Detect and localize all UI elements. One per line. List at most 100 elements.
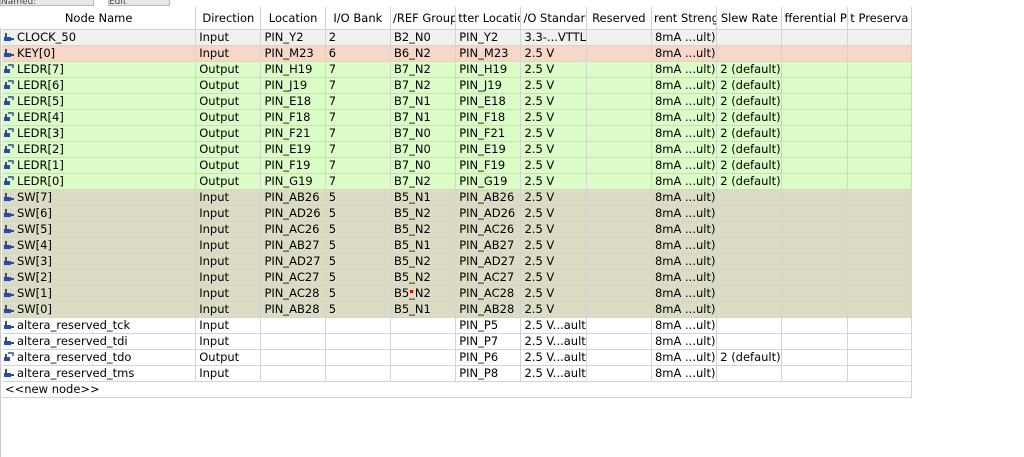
cell-direction[interactable]: Input	[195, 29, 262, 46]
cell-reserved[interactable]	[586, 317, 652, 334]
cell-direction[interactable]: Input	[195, 365, 262, 382]
cell-reserved[interactable]	[586, 61, 652, 78]
cell-location[interactable]: PIN_H19	[260, 61, 326, 78]
cell-current[interactable]: 8mA ...ult)	[651, 45, 718, 62]
cell-fitter[interactable]: PIN_AB26	[455, 189, 522, 206]
cell-current[interactable]: 8mA ...ult)	[651, 189, 718, 206]
cell-direction[interactable]: Output	[195, 61, 262, 78]
cell-name[interactable]: LEDR[0]	[2, 173, 197, 190]
table-row[interactable]: LEDR[5] Output PIN_E18 7 B7_N1 PIN_E18 2.5 V 8m…	[2, 93, 913, 110]
cell-location[interactable]	[260, 333, 326, 350]
cell-strict-preservation[interactable]	[847, 253, 913, 270]
cell-strict-preservation[interactable]	[847, 77, 913, 94]
cell-reserved[interactable]	[586, 93, 652, 110]
cell-current[interactable]: 8mA ...ult)	[651, 269, 718, 286]
cell-slew[interactable]	[716, 45, 783, 62]
cell-iostd[interactable]: 2.5 V	[520, 269, 587, 286]
column-header-i-o-bank[interactable]: I/O Bank	[325, 7, 391, 30]
cell-strict-preservation[interactable]	[847, 221, 913, 238]
cell-location[interactable]: PIN_E18	[260, 93, 326, 110]
cell-differential-pair[interactable]	[781, 141, 848, 158]
cell-current[interactable]: 8mA ...ult)	[651, 237, 718, 254]
cell-direction[interactable]: Output	[195, 93, 262, 110]
column-header-reserved[interactable]: Reserved	[586, 7, 652, 30]
cell-strict-preservation[interactable]	[847, 285, 913, 302]
cell-name[interactable]: altera_reserved_tdi	[2, 333, 197, 350]
cell-location[interactable]: PIN_AC26	[260, 221, 326, 238]
cell-current[interactable]: 8mA ...ult)	[651, 125, 718, 142]
cell-iostd[interactable]: 2.5 V...ault)	[520, 333, 587, 350]
cell-location[interactable]: PIN_J19	[260, 77, 326, 94]
cell-bank[interactable]	[325, 365, 391, 382]
cell-direction[interactable]: Input	[195, 301, 262, 318]
cell-slew[interactable]: 2 (default)	[716, 141, 783, 158]
cell-bank[interactable]: 5	[325, 301, 391, 318]
cell-strict-preservation[interactable]	[847, 125, 913, 142]
cell-bank[interactable]: 7	[325, 173, 391, 190]
cell-fitter[interactable]: PIN_G19	[455, 173, 522, 190]
cell-fitter[interactable]: PIN_F19	[455, 157, 522, 174]
cell-reserved[interactable]	[586, 221, 652, 238]
cell-current[interactable]: 8mA ...ult)	[651, 205, 718, 222]
cell-location[interactable]: PIN_F21	[260, 125, 326, 142]
cell-name[interactable]: SW[0]	[2, 301, 197, 318]
table-row[interactable]: SW[1] Input PIN_AC28 5 B5_N2 PIN_AC28 2.5 V 8mA…	[2, 285, 913, 302]
cell-direction[interactable]: Input	[195, 205, 262, 222]
cell-name[interactable]: LEDR[1]	[2, 157, 197, 174]
cell-reserved[interactable]	[586, 189, 652, 206]
table-row[interactable]: SW[4] Input PIN_AB27 5 B5_N1 PIN_AB27 2.5 V 8mA…	[2, 237, 913, 254]
table-row[interactable]: LEDR[1] Output PIN_F19 7 B7_N0 PIN_F19 2.5 V 8m…	[2, 157, 913, 174]
cell-location[interactable]: PIN_G19	[260, 173, 326, 190]
cell-differential-pair[interactable]	[781, 269, 848, 286]
cell-slew[interactable]	[716, 237, 783, 254]
new-node-row[interactable]: <<new node>>	[2, 381, 913, 398]
cell-location[interactable]: PIN_F19	[260, 157, 326, 174]
cell-reserved[interactable]	[586, 269, 652, 286]
cell-strict-preservation[interactable]	[847, 349, 913, 366]
cell-location[interactable]: PIN_AD27	[260, 253, 326, 270]
cell-direction[interactable]: Input	[195, 253, 262, 270]
cell-bank[interactable]: 7	[325, 93, 391, 110]
cell-direction[interactable]: Input	[195, 333, 262, 350]
cell-name[interactable]: SW[2]	[2, 269, 197, 286]
column-header-location[interactable]: Location	[260, 7, 326, 30]
cell-reserved[interactable]	[586, 349, 652, 366]
cell-name[interactable]: LEDR[3]	[2, 125, 197, 142]
cell-vref[interactable]	[390, 333, 457, 350]
cell-name[interactable]: CLOCK_50	[2, 29, 197, 46]
cell-reserved[interactable]	[586, 125, 652, 142]
cell-differential-pair[interactable]	[781, 253, 848, 270]
cell-fitter[interactable]: PIN_AB27	[455, 237, 522, 254]
cell-differential-pair[interactable]	[781, 365, 848, 382]
cell-reserved[interactable]	[586, 253, 652, 270]
cell-strict-preservation[interactable]	[847, 301, 913, 318]
cell-current[interactable]: 8mA ...ult)	[651, 61, 718, 78]
cell-iostd[interactable]: 2.5 V...ault)	[520, 365, 587, 382]
cell-bank[interactable]: 2	[325, 29, 391, 46]
table-row[interactable]: LEDR[0] Output PIN_G19 7 B7_N2 PIN_G19 2.5 V 8m…	[2, 173, 913, 190]
cell-vref[interactable]: B5_N1	[390, 189, 457, 206]
cell-current[interactable]: 8mA ...ult)	[651, 349, 718, 366]
cell-current[interactable]: 8mA ...ult)	[651, 285, 718, 302]
cell-location[interactable]: PIN_AD26	[260, 205, 326, 222]
column-header-direction[interactable]: Direction	[195, 7, 262, 30]
table-row[interactable]: SW[5] Input PIN_AC26 5 B5_N2 PIN_AC26 2.5 V 8mA…	[2, 221, 913, 238]
cell-vref[interactable]: B5_N2	[390, 269, 457, 286]
table-row[interactable]: altera_reserved_tdo Output PIN_P6 2.5 V...a…	[2, 349, 913, 366]
cell-strict-preservation[interactable]	[847, 141, 913, 158]
cell-bank[interactable]: 7	[325, 61, 391, 78]
cell-vref[interactable]: B7_N1	[390, 109, 457, 126]
cell-strict-preservation[interactable]	[847, 365, 913, 382]
column-header-fitter-location[interactable]: tter Locatic	[455, 7, 522, 30]
cell-iostd[interactable]: 2.5 V	[520, 45, 587, 62]
cell-fitter[interactable]: PIN_P8	[455, 365, 522, 382]
cell-fitter[interactable]: PIN_E18	[455, 93, 522, 110]
cell-strict-preservation[interactable]	[847, 189, 913, 206]
cell-fitter[interactable]: PIN_AC26	[455, 221, 522, 238]
cell-current[interactable]: 8mA ...ult)	[651, 317, 718, 334]
cell-name[interactable]: SW[6]	[2, 205, 197, 222]
cell-differential-pair[interactable]	[781, 77, 848, 94]
cell-name[interactable]: altera_reserved_tck	[2, 317, 197, 334]
cell-direction[interactable]: Input	[195, 237, 262, 254]
cell-location[interactable]: PIN_AC28	[260, 285, 326, 302]
